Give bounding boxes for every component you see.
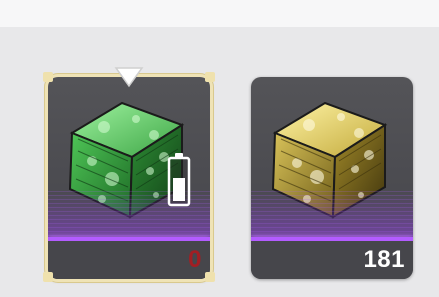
selection-corner <box>205 72 215 82</box>
battery-icon <box>167 153 191 207</box>
item-count: 0 <box>188 246 202 273</box>
top-bar <box>0 0 439 27</box>
item-count: 181 <box>363 246 405 273</box>
selection-corner <box>43 72 53 82</box>
triangle-down-icon <box>114 67 144 88</box>
selection-corner <box>43 272 53 282</box>
item-card-yellow-cube[interactable]: 181 <box>251 77 413 279</box>
selection-corner <box>205 272 215 282</box>
count-band <box>48 241 210 279</box>
rarity-glow <box>251 191 413 239</box>
